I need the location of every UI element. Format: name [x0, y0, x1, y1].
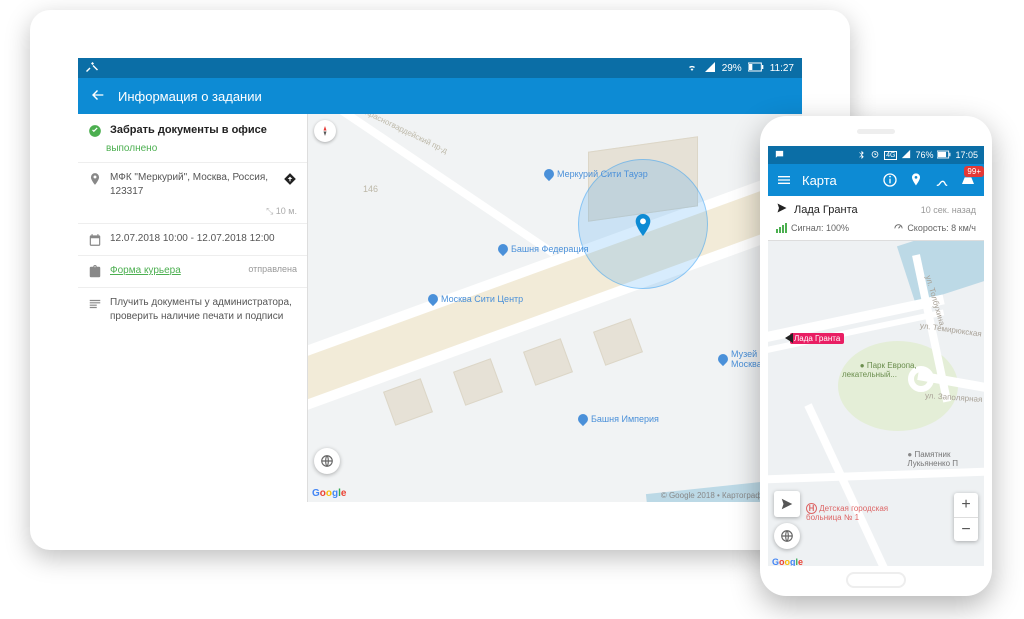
vehicle-tag[interactable]: Лада Гранта [790, 333, 844, 344]
note-icon [88, 297, 102, 311]
tools-icon [86, 61, 98, 76]
task-description: Плучить документы у администратора, пров… [110, 296, 297, 323]
zoom-out-button[interactable]: − [954, 517, 978, 541]
poi-monument[interactable]: ● Памятник Лукьяненко П [907, 451, 958, 469]
wifi-icon [686, 61, 698, 76]
alarm-icon [870, 149, 880, 161]
vehicle-name: Лада Гранта [794, 204, 915, 216]
phone-appbar: Карта 99+ [768, 164, 984, 196]
tablet-map[interactable]: 1-я Красногвардейский пр-д Меркурий Сити… [308, 114, 802, 502]
battery-text: 76% [915, 150, 933, 160]
battery-icon [748, 62, 764, 75]
poi-park[interactable]: ● Парк Европа, лекательный... [842, 353, 917, 388]
task-form-row[interactable]: Форма курьера отправлена [78, 255, 307, 287]
pin-icon [88, 172, 102, 186]
tablet-device: 29% 11:27 Информация о задании Забрать д… [30, 10, 850, 550]
task-form-status: отправлена [248, 264, 297, 274]
phone-home-button[interactable] [846, 572, 906, 588]
poi-empire[interactable]: Башня Империя [578, 414, 659, 424]
signal-icon [901, 149, 911, 161]
poi-mercury[interactable]: Меркурий Сити Тауэр [544, 169, 648, 179]
vehicle-ago: 10 сек. назад [921, 205, 976, 215]
task-panel: Забрать документы в офисе выполнено МФК … [78, 114, 308, 502]
alerts-icon[interactable]: 99+ [960, 172, 976, 188]
check-circle-icon [88, 124, 102, 141]
zoom-in-button[interactable]: + [954, 493, 978, 517]
compass-icon[interactable] [314, 120, 336, 142]
directions-icon[interactable] [283, 172, 297, 186]
battery-icon [937, 150, 951, 161]
sms-icon [774, 149, 785, 162]
statusbar-time: 11:27 [770, 63, 794, 74]
marker-icon[interactable] [908, 172, 924, 188]
task-status: выполнено [78, 143, 307, 162]
phone-map[interactable]: ул. Толбухина ул. Темирюкская ул. Заполя… [768, 241, 984, 566]
signal-label: Сигнал: 100% [791, 223, 849, 233]
calendar-icon [88, 233, 102, 247]
menu-icon[interactable] [776, 172, 792, 188]
phone-screen: 4G 76% 17:05 Карта 99+ [768, 146, 984, 566]
task-distance: ⤡ 10 м. [78, 206, 307, 223]
globe-button[interactable] [314, 448, 340, 474]
google-logo: Google [312, 488, 346, 499]
poi-federation[interactable]: Башня Федерация [498, 244, 588, 254]
network-4g-icon: 4G [884, 151, 897, 160]
poi-hospital[interactable]: H Детская городская больница № 1 [806, 503, 888, 523]
task-time: 12.07.2018 10:00 - 12.07.2018 12:00 [110, 232, 297, 246]
tablet-screen: 29% 11:27 Информация о задании Забрать д… [78, 58, 802, 502]
tablet-statusbar: 29% 11:27 [78, 58, 802, 78]
layers-button[interactable] [774, 523, 800, 549]
task-desc-row: Плучить документы у администратора, пров… [78, 287, 307, 331]
task-form-link[interactable]: Форма курьера [110, 264, 240, 278]
battery-text: 29% [722, 63, 742, 74]
gauge-icon [893, 221, 904, 234]
task-time-row: 12.07.2018 10:00 - 12.07.2018 12:00 [78, 223, 307, 255]
vehicle-info[interactable]: Лада Гранта 10 сек. назад Сигнал: 100% С… [768, 196, 984, 241]
location-marker-icon [634, 214, 652, 241]
task-address: МФК "Меркурий", Москва, Россия, 123317 [110, 171, 275, 198]
task-address-row[interactable]: МФК "Меркурий", Москва, Россия, 123317 [78, 162, 307, 206]
task-title-row: Забрать документы в офисе [78, 114, 307, 143]
appbar-title: Информация о задании [118, 89, 262, 104]
poi-citycenter[interactable]: Москва Сити Центр [428, 294, 523, 304]
phone-device: 4G 76% 17:05 Карта 99+ [760, 116, 992, 596]
task-title: Забрать документы в офисе [110, 124, 267, 136]
locate-button[interactable] [774, 491, 800, 517]
alerts-badge: 99+ [964, 166, 984, 177]
poi-museum[interactable]: Музей Москва [718, 349, 762, 369]
info-icon[interactable] [882, 172, 898, 188]
back-icon[interactable] [90, 87, 106, 106]
appbar-title: Карта [802, 173, 872, 188]
route-icon[interactable] [934, 172, 950, 188]
zoom-controls: + − [954, 493, 978, 541]
bt-icon [857, 150, 866, 161]
vehicle-heading-icon [780, 333, 793, 343]
signal-bars-icon [776, 223, 787, 233]
phone-speaker [857, 129, 895, 134]
phone-statusbar: 4G 76% 17:05 [768, 146, 984, 164]
clipboard-icon [88, 265, 102, 279]
arrow-icon [776, 202, 788, 217]
tablet-appbar: Информация о задании [78, 78, 802, 114]
signal-icon [704, 61, 716, 76]
statusbar-time: 17:05 [955, 150, 978, 160]
speed-label: Скорость: 8 км/ч [907, 223, 976, 233]
google-logo: Google [772, 557, 803, 566]
poi-146: 146 [363, 184, 378, 194]
